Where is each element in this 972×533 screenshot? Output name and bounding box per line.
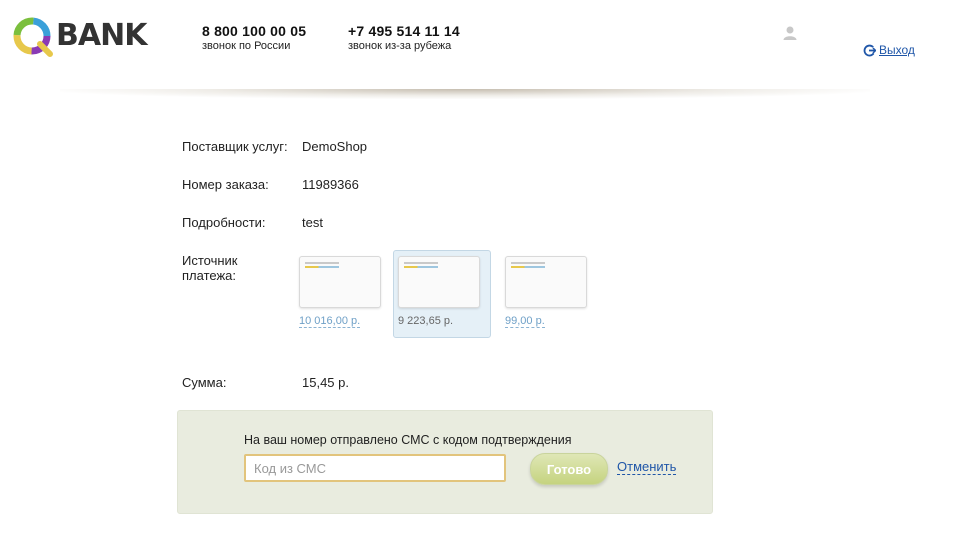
header-divider — [60, 89, 870, 99]
details-label: Подробности: — [182, 215, 266, 230]
card-stripe — [404, 262, 438, 264]
payment-card-option-selected[interactable]: 9 223,65 р. — [393, 250, 491, 338]
phone-international: +7 495 514 11 14 звонок из-за рубежа — [348, 23, 460, 52]
user-icon[interactable] — [782, 25, 798, 41]
card-balance[interactable]: 99,00 р. — [505, 315, 545, 328]
logo-text: BANK — [56, 18, 147, 53]
payment-source-label: Источник платежа: — [182, 253, 238, 283]
card-balance[interactable]: 10 016,00 р. — [299, 315, 361, 328]
payment-card-option[interactable]: 99,00 р. — [500, 250, 598, 338]
sum-label: Сумма: — [182, 375, 227, 390]
logout-icon — [863, 44, 876, 56]
card-stripe — [305, 266, 339, 268]
provider-label: Поставщик услуг: — [182, 139, 288, 154]
order-number-label: Номер заказа: — [182, 177, 269, 192]
sum-value: 15,45 р. — [302, 375, 349, 390]
card-stripe — [404, 266, 438, 268]
sms-instruction: На ваш номер отправлено СМС с кодом подт… — [244, 433, 572, 447]
logout-label[interactable]: Выход — [879, 43, 915, 57]
sms-code-input[interactable] — [244, 454, 506, 482]
card-stripe — [511, 262, 545, 264]
provider-value: DemoShop — [302, 139, 368, 154]
q-ring-logo-icon — [13, 17, 53, 57]
logout-link[interactable]: Выход — [863, 43, 915, 57]
card-balance: 9 223,65 р. — [398, 315, 454, 327]
phone-russia: 8 800 100 00 05 звонок по России — [202, 23, 306, 52]
details-value: test — [302, 215, 323, 230]
card-stripe — [511, 266, 545, 268]
card-thumbnail — [299, 256, 381, 308]
card-thumbnail — [398, 256, 480, 308]
submit-button[interactable]: Готово — [530, 453, 608, 485]
phone-caption: звонок по России — [202, 40, 291, 52]
order-number-value: 11989366 — [302, 177, 359, 192]
phone-caption: звонок из-за рубежа — [348, 40, 452, 52]
header: BANK 8 800 100 00 05 звонок по России +7… — [0, 0, 972, 99]
cancel-link[interactable]: Отменить — [617, 459, 677, 475]
phone-number: 8 800 100 00 05 — [202, 23, 307, 39]
payment-card-option[interactable]: 10 016,00 р. — [294, 250, 392, 338]
sms-confirmation-panel: На ваш номер отправлено СМС с кодом подт… — [177, 410, 713, 514]
qbank-logo[interactable]: BANK — [10, 12, 155, 62]
card-stripe — [305, 262, 339, 264]
phone-number: +7 495 514 11 14 — [348, 23, 460, 39]
card-thumbnail — [505, 256, 587, 308]
